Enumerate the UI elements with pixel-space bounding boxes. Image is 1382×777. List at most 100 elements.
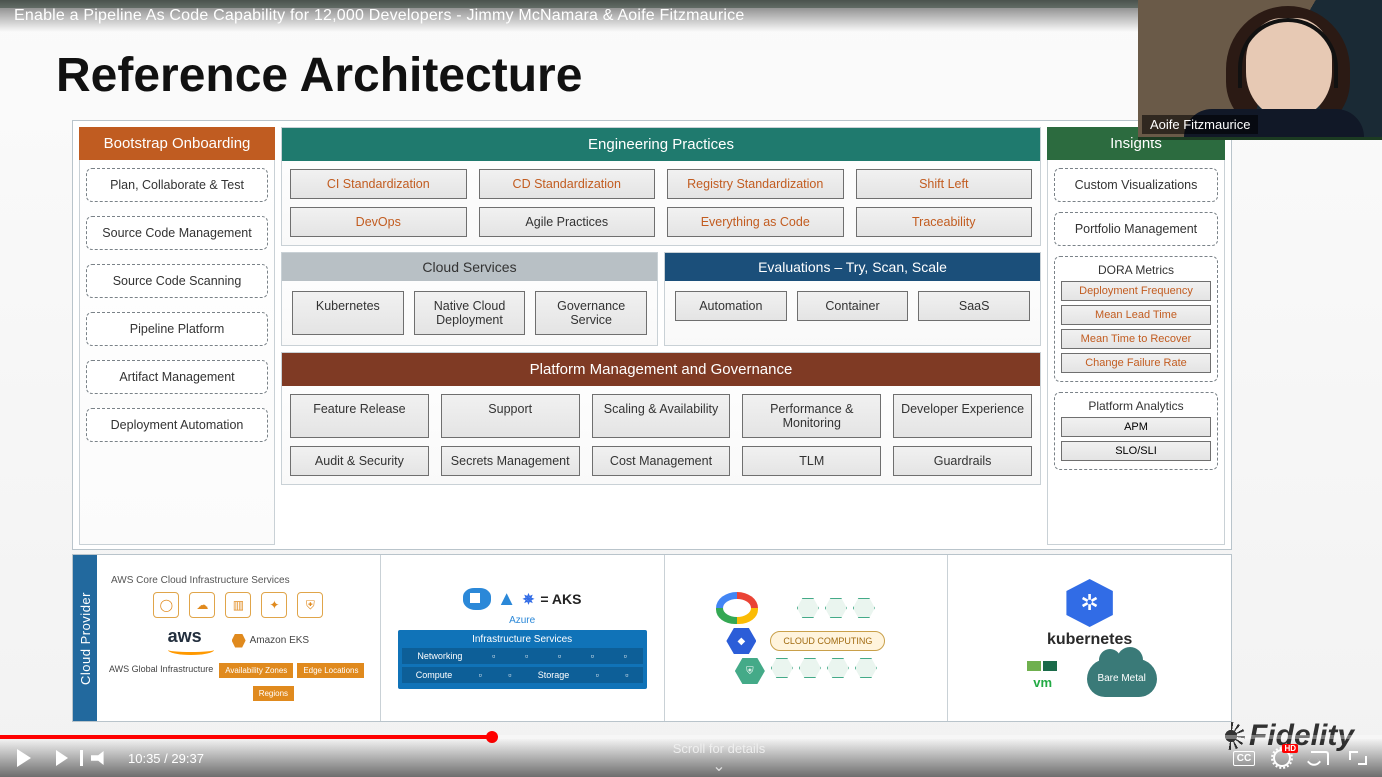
eng-cell: Everything as Code <box>667 207 844 237</box>
bootstrap-item: Artifact Management <box>86 360 268 394</box>
aws-service-icon: ✦ <box>261 592 287 618</box>
dora-metric: Mean Time to Recover <box>1061 329 1211 349</box>
vmware-icon: vm <box>1023 667 1063 697</box>
aws-strip: Regions <box>253 686 294 701</box>
bootstrap-item: Pipeline Platform <box>86 312 268 346</box>
eng-cell: Agile Practices <box>479 207 656 237</box>
aws-service-icon: ☁ <box>189 592 215 618</box>
analytics-item: SLO/SLI <box>1061 441 1211 461</box>
gcp-mini-icon <box>827 658 849 678</box>
bootstrap-header: Bootstrap Onboarding <box>79 127 275 160</box>
captions-button[interactable]: CC <box>1234 748 1254 768</box>
engineering-header: Engineering Practices <box>282 128 1040 161</box>
dora-metric: Deployment Frequency <box>1061 281 1211 301</box>
aws-service-icon: ◯ <box>153 592 179 618</box>
cc-icon: CC <box>1233 751 1255 766</box>
gcp-mini-icon <box>771 658 793 678</box>
dora-group: DORA Metrics Deployment Frequency Mean L… <box>1054 256 1218 382</box>
evaluations-header: Evaluations – Try, Scan, Scale <box>665 253 1040 281</box>
fullscreen-button[interactable] <box>1348 748 1368 768</box>
aws-infra-label: AWS Global Infrastructure <box>109 664 213 674</box>
aws-icon-row: ◯ ☁ ▥ ✦ ⛨ <box>153 592 323 618</box>
bootstrap-body: Plan, Collaborate & Test Source Code Man… <box>79 160 275 545</box>
cloud-eval-row: Cloud Services Kubernetes Native Cloud D… <box>281 252 1041 346</box>
pmg-cell: Cost Management <box>592 446 731 476</box>
video-title: Enable a Pipeline As Code Capability for… <box>14 7 744 25</box>
architecture-diagram: Bootstrap Onboarding Plan, Collaborate &… <box>72 120 1232 550</box>
aws-service-icon: ⛨ <box>297 592 323 618</box>
pmg-cell: Feature Release <box>290 394 429 438</box>
gcp-hex-icon: ◆ <box>726 628 756 654</box>
eks-label: Amazon EKS <box>250 635 309 646</box>
aws-logo-icon: aws <box>168 626 214 655</box>
cloud-provider-row: Cloud Provider AWS Core Cloud Infrastruc… <box>72 554 1232 722</box>
insights-item: Portfolio Management <box>1054 212 1218 246</box>
azure-infra-box: Infrastructure Services Networking▫▫▫▫▫ … <box>398 630 647 689</box>
aks-equation: ▲ ✵ = AKS <box>463 588 582 611</box>
eng-cell: CD Standardization <box>479 169 656 199</box>
dora-label: DORA Metrics <box>1061 263 1211 277</box>
eng-cell: DevOps <box>290 207 467 237</box>
eng-cell: Registry Standardization <box>667 169 844 199</box>
video-controls: 10:35 / 29:37 Scroll for details⌄ CC HD <box>0 739 1382 777</box>
pmg-cell: Scaling & Availability <box>592 394 731 438</box>
k8s-cell: ✲ kubernetes vm Bare Metal <box>947 555 1231 721</box>
gcp-mini-icon <box>855 658 877 678</box>
chevron-down-icon: ⌄ <box>712 758 725 775</box>
evaluations-panel: Evaluations – Try, Scan, Scale Automatio… <box>664 252 1041 346</box>
slide-title: Reference Architecture <box>56 48 582 103</box>
azure-icon <box>463 588 491 610</box>
hd-badge: HD <box>1282 744 1298 753</box>
insights-item: Custom Visualizations <box>1054 168 1218 202</box>
play-icon <box>17 749 31 767</box>
eng-cell: CI Standardization <box>290 169 467 199</box>
gcp-mini-icon <box>799 658 821 678</box>
pmg-header: Platform Management and Governance <box>282 353 1040 386</box>
plus-icon: ▲ <box>497 588 517 611</box>
pmg-cell: Guardrails <box>893 446 1032 476</box>
pmg-cell: Audit & Security <box>290 446 429 476</box>
pmg-cell: Secrets Management <box>441 446 580 476</box>
pmg-panel: Platform Management and Governance Featu… <box>281 352 1041 485</box>
k8s-label: kubernetes <box>1047 631 1132 649</box>
next-icon <box>56 750 68 766</box>
webcam-overlay: Aoife Fitzmaurice <box>1138 0 1382 140</box>
middle-column: Engineering Practices CI Standardization… <box>281 127 1041 545</box>
analytics-group: Platform Analytics APM SLO/SLI <box>1054 392 1218 470</box>
evaluation-cell: SaaS <box>918 291 1030 321</box>
insights-column: Insights Custom Visualizations Portfolio… <box>1047 127 1225 545</box>
analytics-item: APM <box>1061 417 1211 437</box>
cast-button[interactable] <box>1310 748 1330 768</box>
cloud-computing-label: CLOUD COMPUTING <box>770 631 885 651</box>
speaker-name-tag: Aoife Fitzmaurice <box>1142 115 1258 134</box>
scroll-hint: Scroll for details⌄ <box>222 741 1216 776</box>
volume-icon <box>91 751 109 765</box>
analytics-label: Platform Analytics <box>1061 399 1211 413</box>
play-button[interactable] <box>14 748 34 768</box>
eng-cell: Traceability <box>856 207 1033 237</box>
bootstrap-item: Deployment Automation <box>86 408 268 442</box>
bootstrap-item: Plan, Collaborate & Test <box>86 168 268 202</box>
engineering-panel: Engineering Practices CI Standardization… <box>281 127 1041 246</box>
cloud-provider-side: Cloud Provider <box>73 555 97 721</box>
cloud-provider-label: Cloud Provider <box>78 592 93 685</box>
google-cloud-icon <box>716 592 758 624</box>
settings-button[interactable]: HD <box>1272 748 1292 768</box>
bootstrap-column: Bootstrap Onboarding Plan, Collaborate &… <box>79 127 275 545</box>
volume-button[interactable] <box>90 748 110 768</box>
gcp-mini-icon <box>853 598 875 618</box>
cast-icon <box>1311 751 1329 765</box>
k8s-glyph-icon: ✵ <box>523 591 535 608</box>
bootstrap-item: Source Code Management <box>86 216 268 250</box>
evaluation-cell: Container <box>797 291 909 321</box>
pmg-cell: Support <box>441 394 580 438</box>
pmg-cell: TLM <box>742 446 881 476</box>
pmg-cell: Developer Experience <box>893 394 1032 438</box>
cloud-service-cell: Governance Service <box>535 291 647 335</box>
eng-cell: Shift Left <box>856 169 1033 199</box>
next-button[interactable] <box>52 748 72 768</box>
aws-strip: Availability Zones Edge Locations <box>219 663 364 678</box>
kubernetes-icon: ✲ <box>1063 579 1117 627</box>
eks-icon <box>232 634 246 648</box>
time-display: 10:35 / 29:37 <box>128 751 204 766</box>
